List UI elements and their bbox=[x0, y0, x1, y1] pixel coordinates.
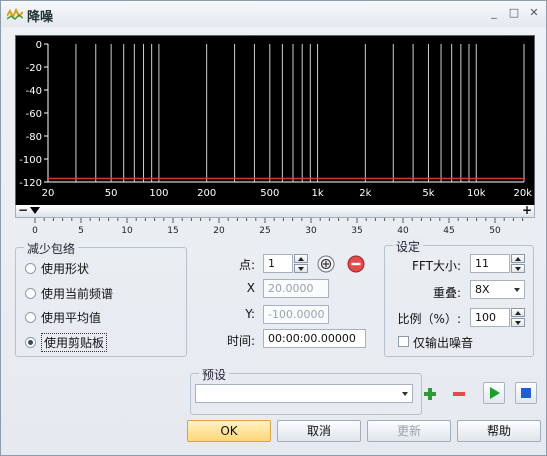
reduce-envelope-group: 减少包络 使用形状 使用当前频谱 使用平均值 使用剪贴板 bbox=[15, 240, 187, 357]
x-tick-label: 50 bbox=[105, 188, 118, 199]
point-index-field[interactable]: 1 bbox=[263, 254, 293, 273]
preset-title: 预设 bbox=[199, 366, 230, 383]
x-tick-label: 5k bbox=[422, 188, 434, 199]
radio-icon[interactable] bbox=[25, 262, 36, 274]
option-use-current-spectrum[interactable]: 使用当前频谱 bbox=[25, 285, 113, 301]
time-field[interactable]: 00:00:00.00000 bbox=[263, 329, 366, 348]
x-tick-label: 200 bbox=[197, 188, 216, 199]
x-tick-label: 2k bbox=[359, 188, 371, 199]
option-label: 使用形状 bbox=[41, 261, 90, 276]
y-tick-label: -20 bbox=[26, 63, 42, 74]
chevron-down-icon[interactable] bbox=[402, 392, 408, 396]
ruler-label: 35 bbox=[351, 226, 362, 236]
x-tick-label: 20 bbox=[42, 188, 55, 199]
overlap-select[interactable]: 8X bbox=[470, 280, 525, 299]
update-button[interactable]: 更新 bbox=[367, 420, 451, 442]
y-tick-label: -100 bbox=[19, 155, 42, 166]
minimize-button[interactable]: _ bbox=[487, 6, 501, 20]
stepper-up-icon[interactable] bbox=[511, 308, 525, 317]
stepper-up-icon[interactable] bbox=[294, 254, 308, 263]
point-label: 点: bbox=[238, 258, 255, 272]
close-button[interactable]: ✕ bbox=[527, 6, 541, 20]
noise-profile-graph[interactable]: 0 -20 -40 -60 -80 -100 -120 20 50 100 200 500 1k 2k 5k… bbox=[15, 35, 535, 207]
ruler-label: 0 bbox=[32, 226, 38, 236]
overlap-label: 重叠: bbox=[432, 286, 461, 300]
y-tick-label: -80 bbox=[26, 132, 42, 143]
noise-reduction-window: 降噪 _ □ ✕ 0 -20 -40 -60 -80 -100 -120 20 50 100 200… bbox=[0, 0, 547, 456]
option-use-shape[interactable]: 使用形状 bbox=[25, 260, 89, 276]
noise-only-checkbox[interactable] bbox=[398, 336, 409, 347]
maximize-button[interactable]: □ bbox=[507, 6, 521, 20]
fft-size-stepper[interactable] bbox=[511, 254, 525, 273]
ruler-label: 30 bbox=[305, 226, 317, 236]
option-label: 使用当前频谱 bbox=[41, 286, 114, 301]
ok-button[interactable]: OK bbox=[187, 420, 271, 442]
y-value-field[interactable]: -100.0000 bbox=[263, 305, 329, 324]
x-tick-label: 20k bbox=[513, 188, 532, 199]
add-preset-icon[interactable] bbox=[422, 386, 438, 402]
option-label: 使用平均值 bbox=[41, 310, 102, 325]
remove-point-button[interactable] bbox=[347, 255, 365, 273]
x-tick-label: 500 bbox=[260, 188, 279, 199]
chevron-down-icon[interactable] bbox=[514, 288, 520, 292]
x-value-field[interactable]: 20.0000 bbox=[263, 279, 329, 298]
x-tick-label: 1k bbox=[311, 188, 323, 199]
radio-selected-icon[interactable] bbox=[25, 336, 36, 348]
ruler-label: 40 bbox=[397, 226, 409, 236]
stop-icon bbox=[521, 388, 531, 398]
reduce-envelope-title: 减少包络 bbox=[24, 240, 79, 257]
time-ruler: 0 5 10 15 20 25 30 35 40 45 50 bbox=[32, 218, 524, 236]
ratio-stepper[interactable] bbox=[511, 308, 525, 327]
option-use-clipboard[interactable]: 使用剪贴板 bbox=[25, 332, 108, 352]
ruler-label: 45 bbox=[443, 226, 454, 236]
zoom-out-icon[interactable]: − bbox=[18, 204, 28, 216]
x-label: X bbox=[246, 281, 255, 295]
stepper-up-icon[interactable] bbox=[511, 254, 525, 263]
ruler-label: 5 bbox=[78, 226, 84, 236]
y-tick-label: -120 bbox=[19, 178, 42, 189]
ruler-label: 10 bbox=[121, 226, 133, 236]
remove-preset-icon[interactable] bbox=[451, 386, 467, 402]
point-index-stepper[interactable] bbox=[294, 254, 308, 273]
noise-only-label: 仅输出噪音 bbox=[413, 336, 474, 350]
y-label: Y: bbox=[245, 307, 255, 321]
y-tick-label: 0 bbox=[36, 40, 42, 51]
add-point-button[interactable] bbox=[317, 255, 335, 273]
radio-icon[interactable] bbox=[25, 311, 36, 323]
x-tick-label: 100 bbox=[149, 188, 168, 199]
overlap-value: 8X bbox=[475, 283, 490, 296]
graph-canvas[interactable]: 0 -20 -40 -60 -80 -100 -12020 50 100 200 500 1k 2k 5k… bbox=[16, 36, 534, 206]
waveform-app-icon bbox=[7, 8, 23, 20]
play-icon bbox=[490, 387, 500, 399]
ruler-label: 15 bbox=[167, 226, 178, 236]
fft-size-field[interactable]: 11 bbox=[470, 254, 510, 273]
y-tick-label: -60 bbox=[26, 109, 42, 120]
preset-select[interactable] bbox=[195, 384, 413, 403]
ruler-label: 20 bbox=[213, 226, 225, 236]
stop-button[interactable] bbox=[515, 382, 537, 404]
stepper-down-icon[interactable] bbox=[511, 264, 525, 273]
range-thumb[interactable] bbox=[30, 207, 40, 214]
cancel-button[interactable]: 取消 bbox=[277, 420, 361, 442]
stepper-down-icon[interactable] bbox=[294, 264, 308, 273]
ruler-label: 25 bbox=[259, 226, 270, 236]
ratio-field[interactable]: 100 bbox=[470, 308, 510, 327]
option-use-average[interactable]: 使用平均值 bbox=[25, 309, 101, 325]
ratio-label: 比例（%）: bbox=[397, 312, 461, 326]
zoom-in-icon[interactable]: + bbox=[522, 204, 532, 216]
radio-icon[interactable] bbox=[25, 287, 36, 299]
title-bar[interactable]: 降噪 _ □ ✕ bbox=[1, 1, 546, 27]
y-tick-label: -40 bbox=[26, 86, 42, 97]
range-scrollbar[interactable]: − + bbox=[15, 204, 535, 218]
option-label: 使用剪贴板 bbox=[41, 332, 108, 352]
window-title: 降噪 bbox=[27, 10, 54, 25]
help-button[interactable]: 帮助 bbox=[457, 420, 541, 442]
settings-title: 设定 bbox=[393, 238, 424, 255]
x-tick-label: 10k bbox=[467, 188, 486, 199]
play-button[interactable] bbox=[483, 382, 505, 404]
stepper-down-icon[interactable] bbox=[511, 318, 525, 327]
fft-size-label: FFT大小: bbox=[412, 259, 461, 273]
ruler-label: 50 bbox=[489, 226, 501, 236]
time-label: 时间: bbox=[226, 334, 255, 348]
